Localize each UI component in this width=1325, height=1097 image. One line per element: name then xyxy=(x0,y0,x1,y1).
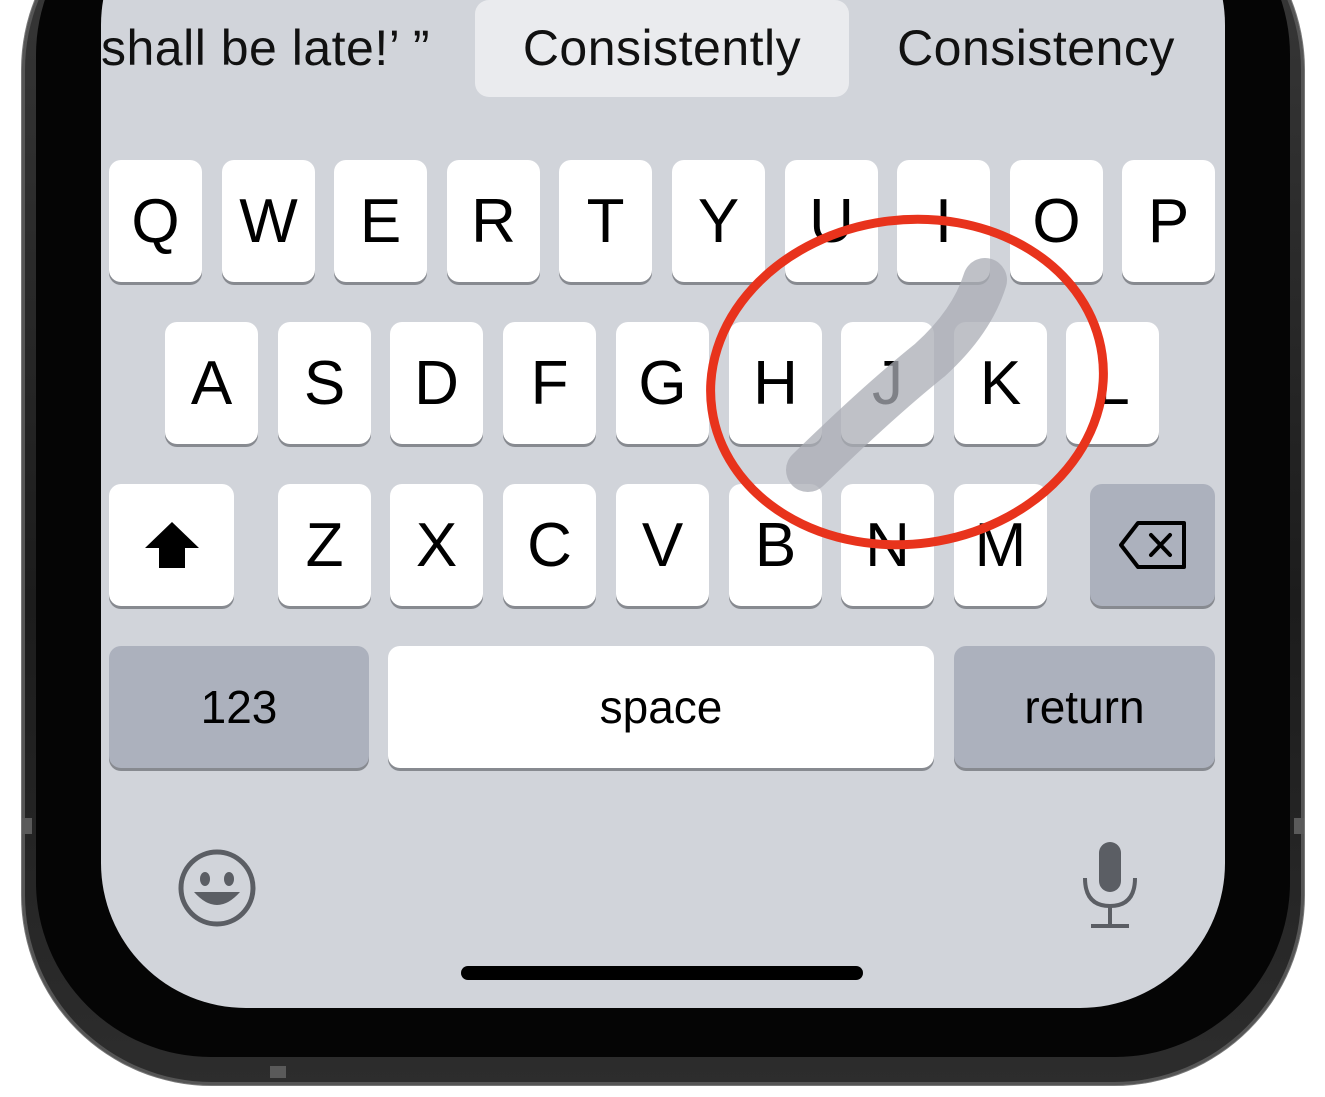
key-h[interactable]: H xyxy=(729,322,822,444)
space-key[interactable]: space xyxy=(388,646,934,768)
key-k[interactable]: K xyxy=(954,322,1047,444)
key-m[interactable]: M xyxy=(954,484,1047,606)
return-key[interactable]: return xyxy=(954,646,1215,768)
key-z[interactable]: Z xyxy=(278,484,371,606)
key-c[interactable]: C xyxy=(503,484,596,606)
suggestion-middle[interactable]: Consistently xyxy=(475,0,849,97)
key-a[interactable]: A xyxy=(165,322,258,444)
numbers-key[interactable]: 123 xyxy=(109,646,369,768)
key-d[interactable]: D xyxy=(390,322,483,444)
keyboard-screen: shall be late!’ ” Consistently Consisten… xyxy=(101,0,1225,1008)
key-u[interactable]: U xyxy=(785,160,878,282)
key-o[interactable]: O xyxy=(1010,160,1103,282)
shift-arrow-icon xyxy=(144,522,199,568)
home-indicator[interactable] xyxy=(461,966,863,980)
shift-key[interactable] xyxy=(109,484,234,606)
key-j[interactable]: J xyxy=(841,322,934,444)
suggestion-left[interactable]: shall be late!’ ” xyxy=(101,0,446,97)
suggestion-right[interactable]: Consistency xyxy=(881,0,1191,97)
key-p[interactable]: P xyxy=(1122,160,1215,282)
frame-antenna-band xyxy=(270,1066,286,1078)
key-i[interactable]: I xyxy=(897,160,990,282)
key-f[interactable]: F xyxy=(503,322,596,444)
frame-antenna-band xyxy=(22,818,32,834)
key-r[interactable]: R xyxy=(447,160,540,282)
key-n[interactable]: N xyxy=(841,484,934,606)
key-b[interactable]: B xyxy=(729,484,822,606)
emoji-smiley-icon[interactable] xyxy=(177,848,257,928)
key-x[interactable]: X xyxy=(390,484,483,606)
delete-key[interactable] xyxy=(1090,484,1215,606)
key-v[interactable]: V xyxy=(616,484,709,606)
key-e[interactable]: E xyxy=(334,160,427,282)
key-s[interactable]: S xyxy=(278,322,371,444)
key-g[interactable]: G xyxy=(616,322,709,444)
frame-antenna-band xyxy=(1294,818,1304,834)
key-w[interactable]: W xyxy=(222,160,315,282)
microphone-icon[interactable] xyxy=(1079,840,1141,930)
predictive-suggestion-bar: shall be late!’ ” Consistently Consisten… xyxy=(101,0,1225,100)
key-q[interactable]: Q xyxy=(109,160,202,282)
key-t[interactable]: T xyxy=(559,160,652,282)
key-y[interactable]: Y xyxy=(672,160,765,282)
key-l[interactable]: L xyxy=(1066,322,1159,444)
delete-backspace-icon xyxy=(1118,521,1186,569)
